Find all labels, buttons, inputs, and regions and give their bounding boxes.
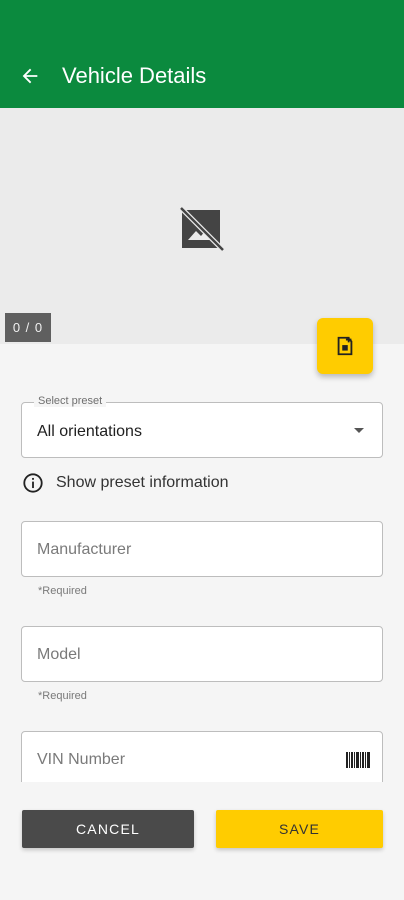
model-placeholder: Model bbox=[37, 646, 81, 663]
preset-select[interactable]: Select preset All orientations bbox=[21, 395, 383, 458]
save-button[interactable]: SAVE bbox=[216, 810, 383, 848]
model-helper: *Required bbox=[38, 690, 87, 702]
arrow-back-icon bbox=[22, 68, 38, 84]
add-photo-button[interactable] bbox=[317, 318, 373, 374]
cancel-button[interactable]: CANCEL bbox=[22, 810, 194, 848]
vin-field[interactable]: VIN Number bbox=[21, 731, 383, 787]
page-title: Vehicle Details bbox=[62, 63, 207, 88]
show-preset-info-label: Show preset information bbox=[56, 474, 229, 491]
show-preset-info-link[interactable]: Show preset information bbox=[22, 470, 229, 496]
info-icon bbox=[23, 473, 43, 493]
vin-placeholder: VIN Number bbox=[37, 751, 126, 768]
preset-select-label: Select preset bbox=[34, 395, 107, 407]
manufacturer-placeholder: Manufacturer bbox=[37, 541, 132, 558]
add-photo-icon bbox=[337, 336, 353, 356]
dropdown-arrow-icon bbox=[354, 428, 364, 433]
preset-select-value: All orientations bbox=[37, 423, 142, 440]
back-button[interactable] bbox=[16, 62, 44, 90]
image-counter: 0 / 0 bbox=[5, 313, 51, 342]
no-image-icon bbox=[180, 207, 224, 251]
app-bar: Vehicle Details bbox=[0, 0, 404, 108]
manufacturer-helper: *Required bbox=[38, 585, 87, 597]
manufacturer-field[interactable]: Manufacturer bbox=[21, 521, 383, 577]
barcode-icon[interactable] bbox=[346, 752, 370, 768]
model-field[interactable]: Model bbox=[21, 626, 383, 682]
